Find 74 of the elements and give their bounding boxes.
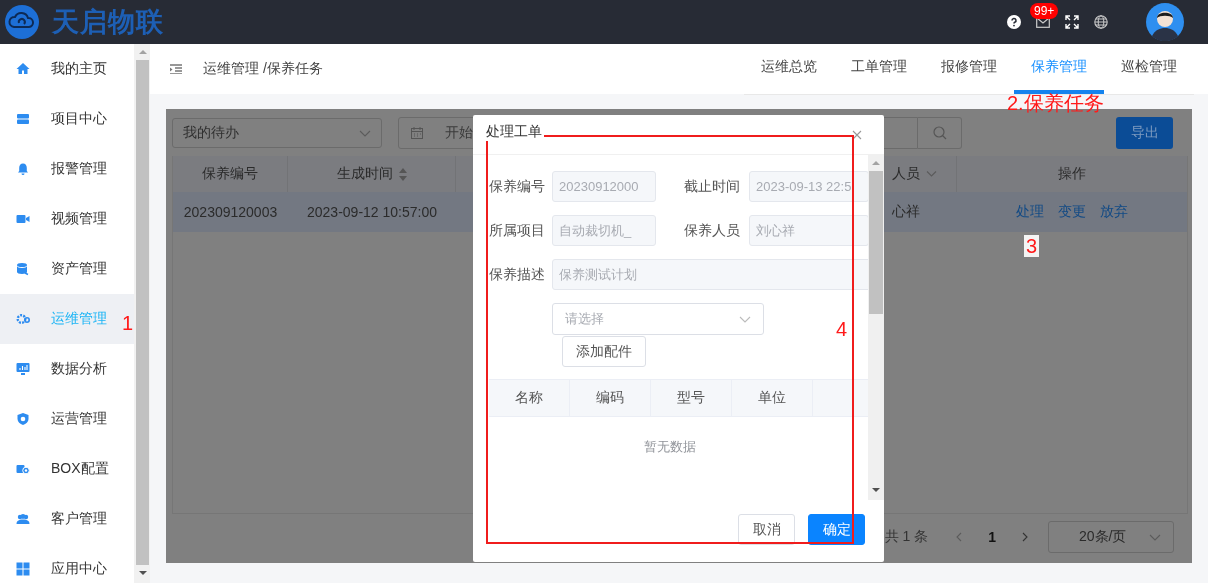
column-header: 单位 — [732, 380, 813, 416]
sidebar-item[interactable]: BOX配置 — [0, 444, 134, 494]
sidebar-item[interactable]: 客户管理 — [0, 494, 134, 544]
sidebar-item[interactable]: 资产管理 — [0, 244, 134, 294]
page-size-select[interactable]: 20条/页 — [1048, 521, 1174, 553]
avatar-icon — [1146, 3, 1184, 41]
table-cell-text: 202309120003 — [182, 203, 279, 222]
breadcrumb: 运维管理 /保养任务 — [203, 60, 323, 78]
sidebar-item[interactable]: 视频管理 — [0, 194, 134, 244]
annotation-label: 3 — [1024, 235, 1040, 257]
sidebar-item[interactable]: 应用中心 — [0, 544, 134, 583]
column-header: 编码 — [570, 380, 651, 416]
sidebar-item[interactable]: 数据分析 — [0, 344, 134, 394]
chevron-right-icon — [1022, 532, 1028, 542]
sort-icon — [398, 167, 407, 181]
logo-text: 天启物联 — [52, 6, 164, 39]
add-part-button[interactable]: 添加配件 — [562, 336, 646, 367]
column-header: 型号 — [651, 380, 732, 416]
field-label: 保养描述 — [489, 265, 546, 284]
column-header: 名称 — [489, 380, 570, 416]
notification-badge: 99+ — [1030, 2, 1059, 19]
box-gear-icon — [16, 462, 30, 476]
tab[interactable]: 工单管理 — [834, 43, 924, 94]
annotation-label: 2.保养任务 — [1007, 92, 1104, 114]
field-label: 保养人员 — [684, 221, 741, 240]
scrollbar[interactable] — [868, 155, 884, 500]
database-icon — [16, 262, 30, 276]
dialog-title: 处理工单 — [484, 122, 544, 141]
page-number[interactable]: 1 — [988, 529, 996, 545]
search-button[interactable] — [918, 117, 962, 149]
chevron-down-icon — [1149, 533, 1161, 541]
empty-message: 暂无数据 — [644, 438, 696, 456]
chevron-left-icon — [956, 532, 963, 542]
shield-icon — [16, 412, 30, 426]
fullscreen-icon — [1065, 15, 1079, 29]
home-icon — [16, 62, 30, 76]
mail-icon — [1036, 16, 1050, 28]
annotation-label: 4 — [836, 318, 848, 340]
column-header: 操作 — [1057, 164, 1087, 183]
close-icon — [852, 129, 862, 140]
tab[interactable]: 报修管理 — [924, 43, 1014, 94]
server-icon — [16, 112, 30, 126]
table-cell-text: 2023-09-12 10:57:00 — [306, 203, 438, 222]
gears-icon — [16, 312, 30, 326]
sidebar-item[interactable]: 运营管理 — [0, 394, 134, 444]
sidebar-item[interactable]: 项目中心 — [0, 94, 134, 144]
video-camera-icon — [16, 212, 30, 226]
tab[interactable]: 运维总览 — [744, 43, 834, 94]
status-select[interactable]: 我的待办 — [172, 118, 382, 148]
sidebar-item[interactable]: 报警管理 — [0, 144, 134, 194]
field-label: 截止时间 — [684, 177, 741, 196]
users-icon — [16, 512, 30, 526]
sidebar-item[interactable]: 我的主页 — [0, 44, 134, 94]
chevron-down-icon — [926, 171, 937, 177]
grid-icon — [16, 562, 30, 576]
field-label: 保养编号 — [489, 177, 546, 196]
annotation-label: 1 — [122, 312, 134, 334]
search-icon — [932, 126, 947, 140]
chevron-down-icon — [359, 129, 371, 137]
bell-icon — [16, 162, 30, 176]
tab[interactable]: 巡检管理 — [1104, 43, 1194, 94]
help-icon — [1007, 15, 1021, 29]
calendar-icon — [411, 127, 423, 139]
collapse-menu-icon — [170, 64, 182, 74]
monitor-chart-icon — [16, 362, 30, 376]
chevron-down-icon — [739, 315, 751, 323]
cancel-button[interactable]: 取消 — [738, 514, 795, 545]
globe-icon — [1094, 15, 1108, 29]
scrollbar[interactable] — [134, 44, 150, 583]
table-cell-text: 心祥 — [891, 202, 921, 221]
total-count: 共 1 条 — [884, 528, 929, 546]
confirm-button[interactable]: 确定 — [808, 514, 865, 545]
field-label: 所属项目 — [489, 221, 546, 240]
cloud-logo-icon — [5, 5, 39, 39]
